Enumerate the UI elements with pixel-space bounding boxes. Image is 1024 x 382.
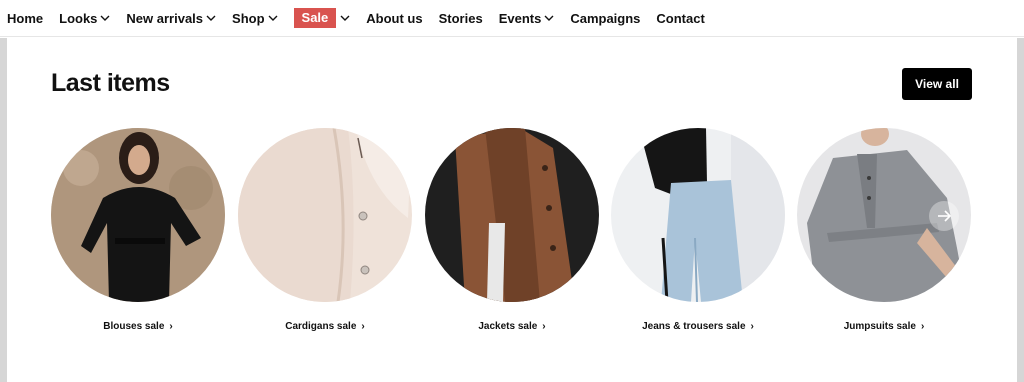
cardigans-photo bbox=[238, 128, 412, 302]
blouses-photo bbox=[51, 128, 225, 302]
jackets-photo bbox=[425, 128, 599, 302]
nav-shop-label: Shop bbox=[232, 10, 265, 26]
chevron-right-icon: › bbox=[361, 321, 365, 332]
category-cardigans[interactable]: Cardigans sale › bbox=[238, 128, 412, 332]
category-image-jeans[interactable] bbox=[611, 128, 785, 302]
section-title: Last items bbox=[51, 69, 170, 97]
category-label-text: Jackets sale bbox=[478, 321, 538, 332]
page-rail-left bbox=[0, 38, 7, 382]
nav-new-arrivals-label: New arrivals bbox=[126, 10, 204, 26]
nav-stories-label: Stories bbox=[438, 10, 483, 26]
category-label-cardigans[interactable]: Cardigans sale › bbox=[238, 321, 412, 332]
category-label-text: Cardigans sale bbox=[285, 321, 357, 332]
category-label-text: Jeans & trousers sale bbox=[642, 321, 746, 332]
carousel-next-button[interactable] bbox=[929, 201, 959, 231]
chevron-down-icon bbox=[268, 15, 278, 21]
category-image-cardigans[interactable] bbox=[238, 128, 412, 302]
view-all-button[interactable]: View all bbox=[902, 68, 972, 100]
chevron-right-icon: › bbox=[542, 321, 546, 332]
chevron-right-icon: › bbox=[750, 321, 754, 332]
chevron-down-icon bbox=[544, 15, 554, 21]
chevron-right-icon: › bbox=[920, 321, 925, 332]
nav-campaigns-label: Campaigns bbox=[570, 10, 641, 26]
nav-shop[interactable]: Shop bbox=[232, 0, 278, 37]
category-label-blouses[interactable]: Blouses sale › bbox=[51, 321, 225, 332]
nav-contact[interactable]: Contact bbox=[656, 0, 704, 37]
nav-sale-label: Sale bbox=[293, 8, 337, 28]
nav-about-us-label: About us bbox=[366, 10, 423, 26]
category-label-jeans-trousers[interactable]: Jeans & trousers sale › bbox=[611, 321, 785, 332]
last-items-section: Last items View all Blouses sale › Cardi… bbox=[7, 38, 1017, 382]
chevron-down-icon bbox=[340, 15, 350, 21]
category-label-jumpsuits[interactable]: Jumpsuits sale › bbox=[797, 321, 971, 332]
arrow-right-icon bbox=[938, 210, 952, 222]
page-rail-right bbox=[1017, 38, 1024, 382]
chevron-down-icon bbox=[206, 15, 216, 21]
category-label-text: Blouses sale bbox=[103, 321, 165, 332]
category-label-jackets[interactable]: Jackets sale › bbox=[425, 321, 599, 332]
nav-events-label: Events bbox=[498, 10, 542, 26]
category-jeans-trousers[interactable]: Jeans & trousers sale › bbox=[611, 128, 785, 332]
nav-stories[interactable]: Stories bbox=[439, 0, 483, 37]
top-navigation: Home Looks New arrivals Shop Sale About … bbox=[0, 0, 1024, 37]
nav-campaigns[interactable]: Campaigns bbox=[570, 0, 640, 37]
nav-contact-label: Contact bbox=[656, 10, 705, 26]
category-blouses[interactable]: Blouses sale › bbox=[51, 128, 225, 332]
chevron-right-icon: › bbox=[169, 321, 173, 332]
category-image-blouses[interactable] bbox=[51, 128, 225, 302]
nav-new-arrivals[interactable]: New arrivals bbox=[126, 0, 216, 37]
chevron-down-icon bbox=[100, 15, 110, 21]
category-jackets[interactable]: Jackets sale › bbox=[425, 128, 599, 332]
nav-about-us[interactable]: About us bbox=[366, 0, 422, 37]
category-label-text: Jumpsuits sale bbox=[843, 321, 916, 332]
category-image-jackets[interactable] bbox=[425, 128, 599, 302]
jeans-photo bbox=[611, 128, 785, 302]
nav-home-label: Home bbox=[7, 10, 44, 26]
nav-sale[interactable]: Sale bbox=[293, 0, 351, 37]
nav-looks[interactable]: Looks bbox=[59, 0, 110, 37]
nav-events[interactable]: Events bbox=[499, 0, 555, 37]
nav-home[interactable]: Home bbox=[7, 0, 43, 37]
nav-looks-label: Looks bbox=[59, 10, 98, 26]
